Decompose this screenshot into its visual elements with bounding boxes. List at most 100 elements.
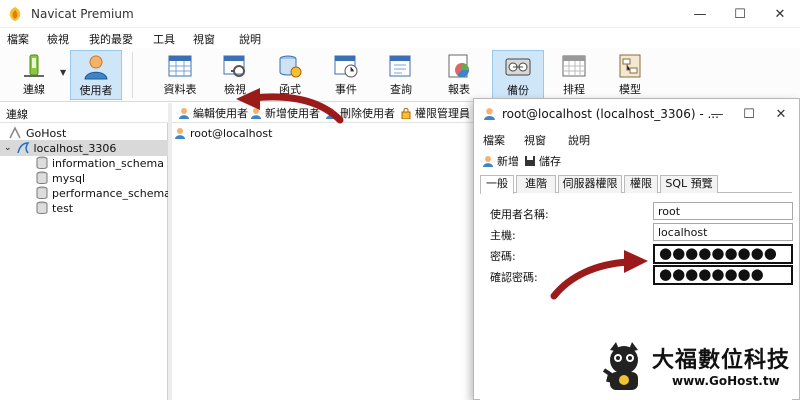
tab-server-privileges[interactable]: 伺服器權限 <box>558 175 622 193</box>
new-user-label: 新增使用者 <box>265 107 320 120</box>
database-icon <box>36 186 48 199</box>
menu-file[interactable]: 檔案 <box>7 31 29 47</box>
confirm-password-label: 確認密碼: <box>490 271 538 284</box>
menu-window[interactable]: 視窗 <box>193 31 215 47</box>
schedule-button[interactable]: 排程 <box>548 50 600 100</box>
dialog-toolbar: 新增 儲存 <box>474 151 799 171</box>
event-button[interactable]: 事件 <box>320 50 372 100</box>
table-button[interactable]: 資料表 <box>154 50 206 100</box>
model-icon <box>619 54 641 78</box>
menu-help[interactable]: 說明 <box>239 31 261 47</box>
tree-item-database[interactable]: information_schema <box>36 155 164 171</box>
confirm-password-field[interactable]: ●●●●●●●● <box>653 265 793 285</box>
connection-panel-title: 連線 <box>6 108 28 121</box>
brand-url: www.GoHost.tw <box>672 374 780 388</box>
tree-item-gohost[interactable]: GoHost <box>8 125 66 141</box>
dialog-menu-help[interactable]: 說明 <box>568 132 590 148</box>
tree-item-database[interactable]: performance_schema <box>36 185 171 201</box>
connection-icon <box>9 126 21 139</box>
privilege-manager-label: 權限管理員 <box>415 107 470 120</box>
title-bar: Navicat Premium — ☐ ✕ <box>0 0 800 28</box>
dialog-maximize-button[interactable]: ☐ <box>732 99 766 129</box>
app-title: Navicat Premium <box>31 7 134 21</box>
query-icon <box>389 55 411 77</box>
new-user-icon <box>251 108 261 119</box>
menu-favorites[interactable]: 我的最愛 <box>89 31 133 47</box>
host-label: 主機: <box>490 229 516 242</box>
tree-item-localhost[interactable]: ⌄ localhost_3306 <box>0 140 168 156</box>
dialog-tabs: 一般 進階 伺服器權限 權限 SQL 預覽 <box>480 175 792 194</box>
database-icon <box>36 171 48 184</box>
table-icon <box>168 55 192 77</box>
minimize-button[interactable]: — <box>680 0 720 28</box>
dialog-menu-bar: 檔案 視窗 說明 <box>474 129 799 149</box>
password-field[interactable]: ●●●●●●●●● <box>653 244 793 264</box>
model-button[interactable]: 模型 <box>604 50 656 100</box>
delete-user-button[interactable]: 刪除使用者 <box>325 105 395 121</box>
lucky-cat-logo-icon <box>602 342 638 390</box>
mysql-connection-icon <box>16 142 29 154</box>
toolbar-label: 事件 <box>335 83 357 96</box>
tree-item-label: GoHost <box>26 126 67 140</box>
new-user-icon <box>483 156 493 167</box>
database-icon <box>36 156 48 169</box>
tree-item-database[interactable]: test <box>36 200 73 216</box>
username-label: 使用者名稱: <box>490 208 549 221</box>
toolbar-label: 排程 <box>563 83 585 96</box>
menu-tools[interactable]: 工具 <box>153 31 175 47</box>
backup-button[interactable]: 備份 <box>492 50 544 100</box>
user-list-item[interactable]: root@localhost <box>174 125 272 141</box>
tab-general[interactable]: 一般 <box>480 175 514 194</box>
maximize-icon: ☐ <box>734 6 746 22</box>
report-icon <box>448 54 470 78</box>
edit-user-label: 編輯使用者 <box>193 107 248 120</box>
main-toolbar: 連線 ▼ 使用者 資料表 檢視 函式 事件 查詢 報表 備份 排程 模型 <box>0 48 800 102</box>
query-button[interactable]: 查詢 <box>375 50 427 100</box>
toolbar-label: 資料表 <box>163 83 197 96</box>
dialog-new-button[interactable]: 新增 <box>482 153 519 169</box>
maximize-icon: ☐ <box>743 106 755 122</box>
view-icon <box>223 55 245 77</box>
dialog-menu-window[interactable]: 視窗 <box>524 132 546 148</box>
menu-bar: 檔案 檢視 我的最愛 工具 視窗 說明 <box>0 28 800 48</box>
dialog-close-button[interactable]: ✕ <box>764 99 798 129</box>
toolbar-label: 連線 <box>23 83 45 96</box>
tab-sql-preview[interactable]: SQL 預覽 <box>660 175 718 193</box>
tree-item-database[interactable]: mysql <box>36 170 85 186</box>
dialog-menu-file[interactable]: 檔案 <box>483 132 505 148</box>
privilege-manager-button[interactable]: 權限管理員 <box>400 105 470 121</box>
tree-item-label: localhost_3306 <box>33 141 117 155</box>
connection-button[interactable]: 連線 <box>8 50 60 100</box>
maximize-button[interactable]: ☐ <box>720 0 760 28</box>
brand-name: 大福數位科技 <box>652 348 791 373</box>
brand-watermark: 大福數位科技 www.GoHost.tw <box>598 336 798 396</box>
dialog-save-button[interactable]: 儲存 <box>524 153 561 169</box>
report-button[interactable]: 報表 <box>433 50 485 100</box>
host-field[interactable]: localhost <box>653 223 793 241</box>
new-user-button[interactable]: 新增使用者 <box>250 105 320 121</box>
navicat-app-icon <box>9 7 21 21</box>
toolbar-label: 查詢 <box>390 83 412 96</box>
chevron-down-icon[interactable]: ⌄ <box>4 143 12 153</box>
user-icon <box>484 108 495 120</box>
edit-user-button[interactable]: 編輯使用者 <box>178 105 248 121</box>
close-button[interactable]: ✕ <box>760 0 800 28</box>
function-button[interactable]: 函式 <box>264 50 316 100</box>
toolbar-label: 報表 <box>448 83 470 96</box>
menu-view[interactable]: 檢視 <box>47 31 69 47</box>
user-button[interactable]: 使用者 <box>70 50 122 100</box>
tab-advanced[interactable]: 進階 <box>516 175 556 193</box>
toolbar-label: 函式 <box>279 83 301 96</box>
password-label: 密碼: <box>490 250 516 263</box>
user-icon <box>84 55 108 80</box>
view-button[interactable]: 檢視 <box>209 50 261 100</box>
dialog-minimize-button[interactable]: — <box>700 99 734 129</box>
connection-dropdown-icon[interactable]: ▼ <box>60 68 66 77</box>
tab-privileges[interactable]: 權限 <box>624 175 658 193</box>
dialog-new-label: 新增 <box>497 155 519 168</box>
connection-panel-header: 連線 <box>0 103 168 123</box>
close-icon: ✕ <box>775 106 787 122</box>
minimize-icon: — <box>710 106 724 122</box>
tree-item-label: information_schema <box>52 156 164 170</box>
username-field[interactable]: root <box>653 202 793 220</box>
